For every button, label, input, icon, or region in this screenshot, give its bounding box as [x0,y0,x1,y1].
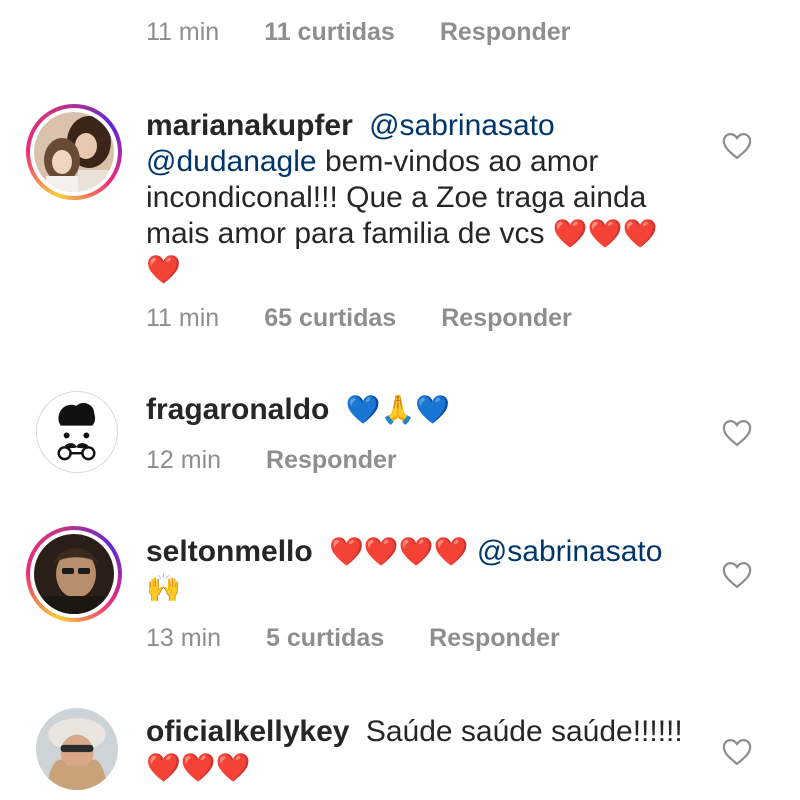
comment-text: marianakupfer @sabrinasato @dudanagle be… [146,108,686,288]
heart-outline-icon[interactable] [722,738,752,766]
mustache-glasses-icon [57,403,96,461]
emoji-group: 💙🙏💙 [345,394,451,425]
reply-button[interactable]: Responder [440,17,571,47]
emoji-heart: ❤️ [146,254,181,285]
reply-button[interactable]: Responder [429,623,560,653]
profile-photo [34,534,114,614]
comment-username[interactable]: fragaronaldo [146,393,329,426]
comment-username[interactable]: oficialkellykey [146,715,349,748]
reply-button[interactable]: Responder [266,445,397,475]
heart-outline-icon[interactable] [722,132,752,160]
emoji-hearts: ❤️❤️❤️❤️ [329,536,469,567]
profile-photo-image [34,534,114,614]
profile-photo [34,112,114,192]
comment-time: 13 min [146,624,222,652]
avatar[interactable] [36,708,118,790]
comment-time: 11 min [146,18,220,46]
heart-outline-icon[interactable] [722,419,752,447]
mention-link[interactable]: @sabrinasato [369,109,555,142]
comment-time: 11 min [146,304,220,332]
comment-meta: 12 min Responder [146,445,397,475]
profile-photo [36,708,118,790]
emoji-raised-hands: 🙌 [146,572,181,603]
emoji-hearts: ❤️❤️❤️ [146,752,251,783]
reply-button[interactable]: Responder [441,303,572,333]
comment-likes[interactable]: 5 curtidas [266,623,384,653]
comment-meta: 13 min 5 curtidas Responder [146,623,560,653]
heart-outline-icon[interactable] [722,561,752,589]
avatar[interactable] [36,391,118,473]
comment-likes[interactable]: 11 curtidas [264,17,395,47]
avatar[interactable] [26,104,122,200]
comment-likes[interactable]: 65 curtidas [264,303,396,333]
comment-meta: 11 min 65 curtidas Responder [146,303,572,333]
mention-link[interactable]: @dudanagle [146,145,317,178]
comment-text: oficialkellykey Saúde saúde saúde!!!!!! … [146,714,686,786]
mention-link[interactable]: @sabrinasato [477,535,663,568]
comment-time: 12 min [146,446,222,474]
avatar[interactable] [26,526,122,622]
comment-text: fragaronaldo 💙🙏💙 [146,392,686,428]
comment-username[interactable]: seltonmello [146,535,313,568]
comment-text: seltonmello ❤️❤️❤️❤️ @sabrinasato 🙌 [146,534,686,606]
emoji-hearts: ❤️❤️❤️ [552,218,658,249]
comment-body: Saúde saúde saúde!!!!!! [365,715,683,748]
comment-meta-top: 11 min 11 curtidas Responder [146,17,570,47]
profile-photo-image [34,112,114,192]
comment-username[interactable]: marianakupfer [146,109,353,142]
